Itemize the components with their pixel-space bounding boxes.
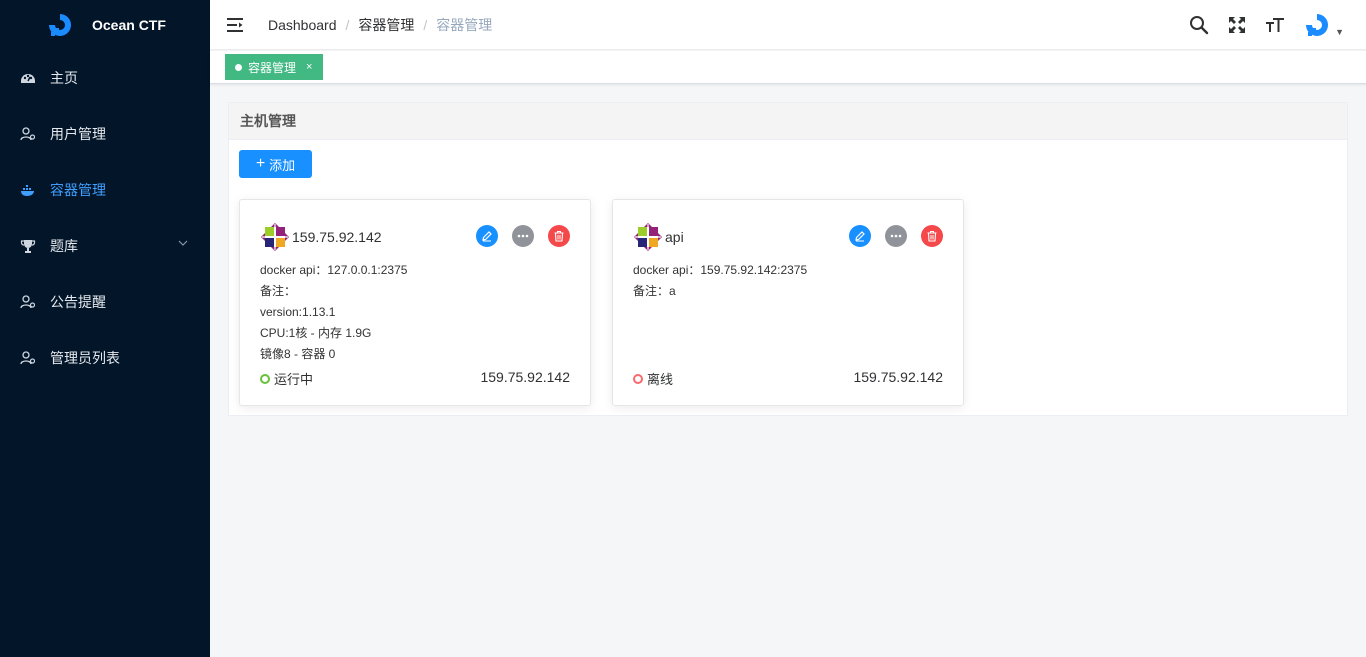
remark-line: 备注：a <box>633 284 676 298</box>
docker-icon <box>20 182 36 198</box>
breadcrumb-separator: / <box>345 16 350 33</box>
sidebar-item-announcements[interactable]: 公告提醒 <box>0 274 210 330</box>
more-button[interactable] <box>885 225 907 247</box>
host-management-panel: 主机管理 + 添加 159.75.92.142 docker api：127.0… <box>228 102 1348 416</box>
top-navbar: Dashboard / 容器管理 / 容器管理 ▼ <box>210 0 1366 50</box>
trophy-icon <box>20 238 36 254</box>
user-avatar-dropdown[interactable]: ▼ <box>1303 11 1344 39</box>
breadcrumb-item[interactable]: Dashboard <box>268 17 337 33</box>
logo-icon <box>49 14 71 36</box>
dashboard-icon <box>20 70 36 86</box>
status-text: 离线 <box>647 372 674 387</box>
status-text: 运行中 <box>274 372 314 387</box>
edit-button[interactable] <box>849 225 871 247</box>
docker-api-line: docker api：159.75.92.142:2375 <box>633 263 808 277</box>
centos-icon <box>634 223 662 251</box>
caret-down-icon: ▼ <box>1335 27 1344 37</box>
avatar <box>1306 14 1329 36</box>
add-button-label: 添加 <box>269 157 296 173</box>
more-icon <box>517 234 529 238</box>
panel-title: 主机管理 <box>229 103 1347 140</box>
delete-button[interactable] <box>921 225 943 247</box>
fullscreen-icon[interactable] <box>1227 15 1247 35</box>
sidebar-item-admins[interactable]: 管理员列表 <box>0 330 210 386</box>
user-icon <box>20 350 36 366</box>
edit-icon <box>482 231 492 242</box>
status-ring-icon <box>633 373 643 384</box>
host-ip: 159.75.92.142 <box>480 369 570 385</box>
breadcrumb: Dashboard / 容器管理 / 容器管理 <box>268 15 492 35</box>
sidebar-item-users[interactable]: 用户管理 <box>0 106 210 162</box>
tags-view: 容器管理 × <box>210 51 1366 84</box>
more-button[interactable] <box>512 225 534 247</box>
sidebar-item-label: 容器管理 <box>50 182 106 198</box>
host-ip: 159.75.92.142 <box>853 369 943 385</box>
trash-icon <box>927 230 937 242</box>
font-size-icon[interactable] <box>1265 15 1285 35</box>
sidebar-item-label: 题库 <box>50 238 78 254</box>
user-icon <box>20 294 36 310</box>
plus-icon: + <box>255 155 266 172</box>
search-icon[interactable] <box>1189 15 1209 35</box>
tag-containers[interactable]: 容器管理 × <box>225 54 324 80</box>
sidebar-menu: 主页 用户管理 容器管理 题库 公告提醒 管理员列表 <box>0 50 210 386</box>
more-icon <box>890 234 902 238</box>
status-badge: 运行中 <box>260 369 313 388</box>
card-actions <box>462 225 570 247</box>
sidebar-item-home[interactable]: 主页 <box>0 50 210 106</box>
brand[interactable]: Ocean CTF <box>0 0 210 50</box>
trash-icon <box>554 230 564 242</box>
tag-label: 容器管理 <box>248 60 297 75</box>
sidebar-item-label: 管理员列表 <box>50 350 120 366</box>
breadcrumb-item[interactable]: 容器管理 <box>358 15 414 35</box>
hamburger-icon[interactable] <box>226 16 244 34</box>
active-dot-icon <box>235 63 242 71</box>
user-icon <box>20 126 36 142</box>
sidebar-item-label: 公告提醒 <box>50 294 106 310</box>
host-card: 159.75.92.142 docker api：127.0.0.1:2375 … <box>239 199 591 406</box>
docker-api-line: docker api：127.0.0.1:2375 <box>260 263 408 277</box>
sidebar-item-label: 用户管理 <box>50 126 106 142</box>
delete-button[interactable] <box>548 225 570 247</box>
host-name: 159.75.92.142 <box>292 229 382 245</box>
chevron-down-icon <box>178 240 188 246</box>
header-actions: ▼ <box>1171 0 1344 50</box>
resources-line: CPU:1核 - 内存 1.9G <box>260 326 372 340</box>
host-card: api docker api：159.75.92.142:2375 备注：a 离… <box>612 199 964 406</box>
edit-button[interactable] <box>476 225 498 247</box>
sidebar-item-label: 主页 <box>50 70 78 86</box>
host-info: docker api：127.0.0.1:2375 备注： version:1.… <box>260 260 407 365</box>
edit-icon <box>855 231 865 242</box>
breadcrumb-separator: / <box>423 16 428 33</box>
sidebar-item-containers[interactable]: 容器管理 <box>0 162 210 218</box>
add-button[interactable]: + 添加 <box>239 150 312 178</box>
status-badge: 离线 <box>633 369 673 388</box>
host-name: api <box>665 229 684 245</box>
counts-line: 镜像8 - 容器 0 <box>260 347 336 361</box>
status-ring-icon <box>260 373 270 384</box>
remark-line: 备注： <box>260 284 297 298</box>
centos-icon <box>261 223 289 251</box>
close-icon[interactable]: × <box>306 61 312 73</box>
version-line: version:1.13.1 <box>260 305 336 319</box>
sidebar-item-question-bank[interactable]: 题库 <box>0 218 210 274</box>
sidebar: Ocean CTF 主页 用户管理 容器管理 题库 公告提醒 管理员列表 <box>0 0 210 657</box>
app-title: Ocean CTF <box>92 17 166 33</box>
breadcrumb-item-current: 容器管理 <box>436 16 493 33</box>
card-actions <box>835 225 943 247</box>
host-info: docker api：159.75.92.142:2375 备注：a <box>633 260 807 302</box>
